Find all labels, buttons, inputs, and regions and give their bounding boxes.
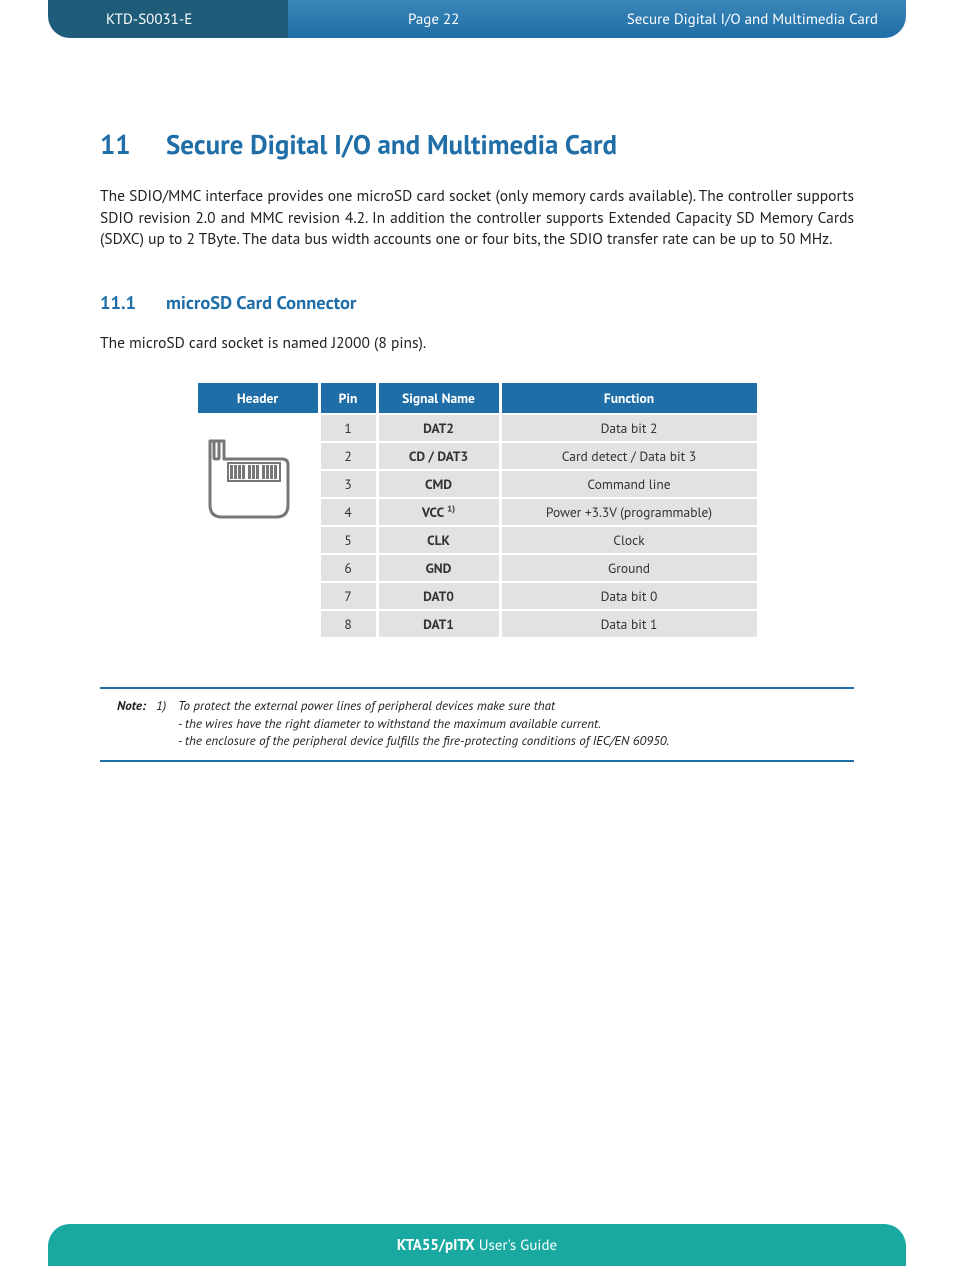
- cell-signal-text: VCC: [422, 503, 444, 521]
- section-heading: 11Secure Digital I/O and Multimedia Card: [100, 128, 854, 162]
- note-label: Note:: [100, 697, 156, 750]
- cell-function: Clock: [502, 527, 757, 553]
- cell-function: Data bit 2: [502, 415, 757, 441]
- cell-signal: VCC 1): [379, 499, 499, 525]
- microsd-icon: [202, 435, 296, 525]
- th-function: Function: [502, 383, 757, 413]
- cell-function: Ground: [502, 555, 757, 581]
- note-text: To protect the external power lines of p…: [178, 697, 669, 750]
- note-block: Note: 1) To protect the external power l…: [100, 687, 854, 762]
- cell-signal: DAT1: [379, 611, 499, 637]
- note-line2: - the wires have the right diameter to w…: [178, 715, 601, 732]
- header-right-box: Page 22 Secure Digital I/O and Multimedi…: [288, 0, 906, 38]
- section-title: Secure Digital I/O and Multimedia Card: [166, 128, 617, 162]
- table-header-row: Header Pin Signal Name Function: [198, 383, 757, 413]
- cell-pin: 2: [321, 443, 376, 469]
- subsection-body-text: The microSD card socket is named J2000 (…: [100, 333, 854, 353]
- cell-pin: 3: [321, 471, 376, 497]
- subsection-heading: 11.1microSD Card Connector: [100, 291, 854, 315]
- pin-table: Header Pin Signal Name Function: [195, 381, 760, 639]
- cell-signal: CLK: [379, 527, 499, 553]
- th-header: Header: [198, 383, 318, 413]
- pin-table-wrap: Header Pin Signal Name Function: [195, 381, 760, 639]
- note-line1: To protect the external power lines of p…: [178, 697, 555, 714]
- cell-function: Command line: [502, 471, 757, 497]
- page-footer: KTA55/pITX User's Guide: [48, 1224, 906, 1266]
- cell-signal: CMD: [379, 471, 499, 497]
- cell-pin: 8: [321, 611, 376, 637]
- footer-rest: User's Guide: [475, 1236, 557, 1255]
- cell-pin: 6: [321, 555, 376, 581]
- footer-product: KTA55/pITX: [397, 1236, 475, 1255]
- cell-signal: CD / DAT3: [379, 443, 499, 469]
- cell-pin: 5: [321, 527, 376, 553]
- cell-function: Data bit 1: [502, 611, 757, 637]
- th-pin: Pin: [321, 383, 376, 413]
- section-body-text: The SDIO/MMC interface provides one micr…: [100, 186, 854, 251]
- note-line3: - the enclosure of the peripheral device…: [178, 732, 669, 749]
- page-header: KTD-S0031-E Page 22 Secure Digital I/O a…: [48, 0, 906, 38]
- cell-pin: 4: [321, 499, 376, 525]
- cell-function: Data bit 0: [502, 583, 757, 609]
- th-signal: Signal Name: [379, 383, 499, 413]
- subsection-number: 11.1: [100, 291, 166, 315]
- cell-function: Card detect / Data bit 3: [502, 443, 757, 469]
- table-row: 1 DAT2 Data bit 2: [198, 415, 757, 441]
- subsection-title: microSD Card Connector: [166, 291, 356, 315]
- footer-text: KTA55/pITX User's Guide: [397, 1236, 557, 1255]
- header-chapter-title: Secure Digital I/O and Multimedia Card: [627, 10, 906, 29]
- page-content: 11Secure Digital I/O and Multimedia Card…: [0, 38, 954, 762]
- header-page-number: Page 22: [288, 10, 459, 29]
- cell-signal: DAT0: [379, 583, 499, 609]
- header-doc-code-box: KTD-S0031-E: [48, 0, 288, 38]
- note-number: 1): [156, 697, 178, 750]
- cell-pin: 1: [321, 415, 376, 441]
- header-doc-code: KTD-S0031-E: [106, 10, 192, 29]
- cell-pin: 7: [321, 583, 376, 609]
- cell-signal: DAT2: [379, 415, 499, 441]
- header-diagram-cell: [198, 415, 318, 637]
- cell-function: Power +3.3V (programmable): [502, 499, 757, 525]
- cell-signal-sup: 1): [447, 504, 455, 515]
- cell-signal: GND: [379, 555, 499, 581]
- section-number: 11: [100, 128, 166, 162]
